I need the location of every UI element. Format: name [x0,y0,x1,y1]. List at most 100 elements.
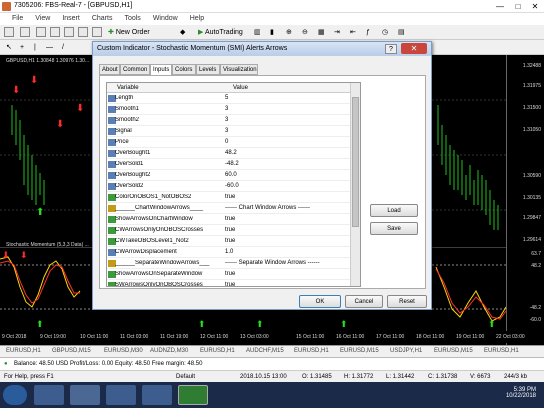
param-value[interactable]: 5 [225,95,228,101]
cancel-button[interactable]: Cancel [345,295,383,308]
menu-help[interactable]: Help [190,15,204,22]
input-row[interactable]: SWArrowsOnlyOnOBOSCrosses true [107,280,352,286]
minimize-button[interactable]: — [492,1,508,12]
menu-tools[interactable]: Tools [124,15,140,22]
zoom-in-icon[interactable]: ⊕ [286,27,292,38]
param-value[interactable]: 3 [225,117,228,123]
input-row[interactable]: ShowArrowsOnChartWindow true [107,214,352,225]
tab-colors[interactable]: Colors [172,64,196,75]
chart-tab[interactable]: EURUSD,H1 [294,348,329,354]
input-row[interactable]: Signal 3 [107,126,352,137]
templates-icon[interactable]: ▤ [398,27,405,38]
zoom-out-icon[interactable]: ⊖ [302,27,308,38]
ie-icon[interactable] [34,385,64,405]
trendline-icon[interactable]: / [62,42,64,53]
chart-tab[interactable]: EURUSD,M15 [434,348,473,354]
save-button[interactable]: Save [370,222,418,235]
param-value[interactable]: true [225,216,235,222]
input-row[interactable]: ColorOnOBOS1_NotOBOS2 true [107,192,352,203]
input-row[interactable]: ______SeparateWindowArrows___ ------ Sepa… [107,258,352,269]
param-value[interactable]: true [225,282,235,286]
chart-tab[interactable]: EURUSD,M30 [104,348,143,354]
close-window-button[interactable]: ✕ [527,1,543,12]
crosshair-icon[interactable]: + [20,42,24,53]
param-value[interactable]: true [225,194,235,200]
param-value[interactable]: 1.0 [225,249,233,255]
reset-button[interactable]: Reset [387,295,427,308]
horizontal-line-icon[interactable]: — [46,42,53,53]
input-row[interactable]: Price 0 [107,137,352,148]
menu-insert[interactable]: Insert [62,15,80,22]
new-chart-icon[interactable] [4,27,14,37]
cursor-icon[interactable]: ↖ [6,42,12,53]
tab-levels[interactable]: Levels [196,64,220,75]
market-watch-icon[interactable] [36,27,46,37]
chart-tab[interactable]: AUDCHF,M15 [246,348,284,354]
chart-tab[interactable]: EURUSD,H1 [6,348,41,354]
input-row[interactable]: OverBought2 60.0 [107,170,352,181]
menu-file[interactable]: File [12,15,23,22]
terminal-icon[interactable] [78,27,88,37]
menu-window[interactable]: Window [153,15,178,22]
chart-tab[interactable]: EURUSD,H1 [200,348,235,354]
input-row[interactable]: OverSold2 -60.0 [107,181,352,192]
param-value[interactable]: 48.2 [225,150,237,156]
vertical-line-icon[interactable]: | [34,42,36,53]
candlestick-icon[interactable]: ▮ [270,27,274,38]
indicators-icon[interactable]: ƒ [366,27,370,38]
chart-tab[interactable]: AUDNZD,M30 [150,348,188,354]
profiles-icon[interactable] [20,27,30,37]
input-row[interactable]: CWArrowsOnlyOnOBOSCrosses true [107,225,352,236]
maximize-button[interactable]: □ [510,1,526,12]
autotrading-button[interactable]: ▶ AutoTrading [198,27,243,38]
start-button-icon[interactable] [3,385,27,405]
strategy-tester-icon[interactable] [92,27,102,37]
help-button[interactable]: ? [385,44,397,54]
data-window-icon[interactable] [50,27,60,37]
input-row[interactable]: Smooth2 3 [107,115,352,126]
load-button[interactable]: Load [370,204,418,217]
chart-tab[interactable]: USDJPY,H1 [390,348,422,354]
param-value[interactable]: 3 [225,128,228,134]
dialog-close-button[interactable]: ✕ [401,43,427,54]
menu-view[interactable]: View [35,15,50,22]
fbs-trader-icon[interactable] [178,385,208,405]
tab-visualization[interactable]: Visualization [220,64,258,75]
param-value[interactable]: -48.2 [225,161,239,167]
autoscroll-icon[interactable]: ⇥ [334,27,340,38]
param-value[interactable]: true [225,227,235,233]
param-value[interactable]: ------ Chart Window Arrows ------ [225,205,310,211]
input-row[interactable]: Length 5 [107,93,352,104]
input-row[interactable]: CWTakeOBOSLevel1_Not2 true [107,236,352,247]
param-value[interactable]: 60.0 [225,172,237,178]
input-row[interactable]: OverBought1 48.2 [107,148,352,159]
chrome-icon[interactable] [142,385,172,405]
input-row[interactable]: ______ChartWindowArrows____ ------ Chart … [107,203,352,214]
param-value[interactable]: ------ Separate Window Arrows ------ [225,260,320,266]
new-order-button[interactable]: ✚ New Order [108,27,150,38]
tab-common[interactable]: Common [120,64,150,75]
explorer-icon[interactable] [70,385,100,405]
ok-button[interactable]: OK [299,295,341,308]
navigator-icon[interactable] [64,27,74,37]
param-value[interactable]: 3 [225,106,228,112]
periods-icon[interactable]: ◷ [382,27,388,38]
bar-chart-icon[interactable]: ▥ [254,27,261,38]
media-player-icon[interactable] [106,385,136,405]
tab-about[interactable]: About [99,64,120,75]
menu-charts[interactable]: Charts [92,15,113,22]
scrollbar-thumb[interactable] [352,97,359,227]
metaeditor-icon[interactable]: ◆ [180,27,185,38]
chart-tab[interactable]: EURUSD,H1 [484,348,519,354]
param-value[interactable]: 0 [225,139,228,145]
param-value[interactable]: true [225,238,235,244]
inputs-scrollbar[interactable] [350,83,360,286]
chart-tab[interactable]: GBPUSD,M15 [52,348,91,354]
chart-tab[interactable]: EURUSD,M15 [340,348,379,354]
chart-shift-icon[interactable]: ⇤ [350,27,356,38]
input-row[interactable]: Smooth1 3 [107,104,352,115]
input-row[interactable]: CWArrowDisplacement 1.0 [107,247,352,258]
input-row[interactable]: ShowArrowsOnSeparateWindow true [107,269,352,280]
input-row[interactable]: OverSold1 -48.2 [107,159,352,170]
param-value[interactable]: -60.0 [225,183,239,189]
